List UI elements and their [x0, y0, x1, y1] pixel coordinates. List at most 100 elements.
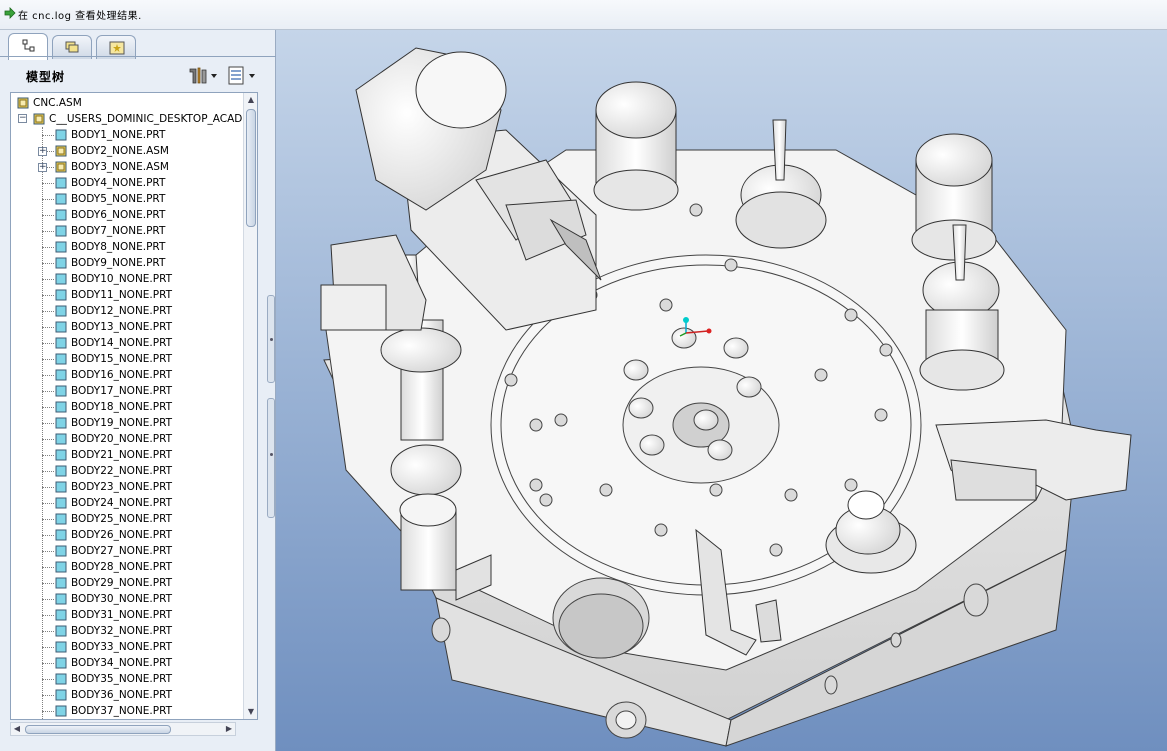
tree-item[interactable]: BODY34_NONE.PRT: [55, 655, 241, 671]
tree-subassembly-item[interactable]: C__USERS_DOMINIC_DESKTOP_ACAD: [33, 111, 242, 127]
part-icon: [55, 593, 67, 605]
tree-item-label: BODY17_NONE.PRT: [71, 385, 173, 397]
tree-item[interactable]: BODY16_NONE.PRT: [55, 367, 241, 383]
tree-connector: [42, 183, 54, 184]
tree-item[interactable]: BODY19_NONE.PRT: [55, 415, 241, 431]
part-icon: [55, 577, 67, 589]
model-tree[interactable]: CNC.ASM − C__USERS_DOMINIC_DESKTOP_ACAD BOD…: [10, 92, 258, 720]
part-icon: [55, 257, 67, 269]
scroll-down-icon[interactable]: ▼: [246, 707, 256, 717]
tree-item-label: BODY29_NONE.PRT: [71, 577, 173, 589]
part-icon: [55, 481, 67, 493]
part-icon: [55, 273, 67, 285]
part-icon: [55, 305, 67, 317]
tree-connector: [42, 311, 54, 312]
tree-item[interactable]: BODY5_NONE.PRT: [55, 191, 241, 207]
part-icon: [55, 609, 67, 621]
tree-item-label: BODY24_NONE.PRT: [71, 497, 173, 509]
tree-item[interactable]: BODY28_NONE.PRT: [55, 559, 241, 575]
tree-item[interactable]: BODY38_NONE.PRT: [55, 719, 241, 720]
expand-toggle[interactable]: +: [38, 163, 47, 172]
tree-item[interactable]: BODY11_NONE.PRT: [55, 287, 241, 303]
tree-settings-button[interactable]: [186, 65, 220, 87]
tree-item[interactable]: BODY7_NONE.PRT: [55, 223, 241, 239]
tree-item[interactable]: BODY8_NONE.PRT: [55, 239, 241, 255]
tree-item[interactable]: BODY4_NONE.PRT: [55, 175, 241, 191]
layers-icon: [65, 41, 79, 53]
tree-item[interactable]: BODY2_NONE.ASM: [55, 143, 241, 159]
tree-item[interactable]: BODY12_NONE.PRT: [55, 303, 241, 319]
tree-connector: [42, 375, 54, 376]
tree-item[interactable]: BODY1_NONE.PRT: [55, 127, 241, 143]
tree-connector: [42, 215, 54, 216]
scroll-left-icon[interactable]: ◀: [11, 723, 23, 735]
part-icon: [55, 561, 67, 573]
panel-splitter-lower[interactable]: [267, 398, 275, 518]
tree-item[interactable]: BODY15_NONE.PRT: [55, 351, 241, 367]
tree-item-label: BODY19_NONE.PRT: [71, 417, 173, 429]
scroll-right-icon[interactable]: ▶: [223, 723, 235, 735]
tree-item[interactable]: BODY14_NONE.PRT: [55, 335, 241, 351]
assembly-icon: [55, 161, 67, 173]
tree-item-label: BODY28_NONE.PRT: [71, 561, 173, 573]
tree-connector: [42, 295, 54, 296]
tree-item[interactable]: BODY33_NONE.PRT: [55, 639, 241, 655]
tree-item[interactable]: BODY31_NONE.PRT: [55, 607, 241, 623]
expand-toggle[interactable]: +: [38, 147, 47, 156]
tree-item-label: BODY13_NONE.PRT: [71, 321, 173, 333]
assembly-icon: [55, 145, 67, 157]
tree-item[interactable]: BODY27_NONE.PRT: [55, 543, 241, 559]
tree-item[interactable]: BODY9_NONE.PRT: [55, 255, 241, 271]
tree-item[interactable]: BODY18_NONE.PRT: [55, 399, 241, 415]
tree-connector: [42, 247, 54, 248]
tool-holder-3: [735, 119, 827, 249]
tree-item[interactable]: BODY13_NONE.PRT: [55, 319, 241, 335]
assembly-icon: [17, 97, 29, 109]
tree-root-item[interactable]: CNC.ASM: [17, 95, 241, 111]
tree-item[interactable]: BODY20_NONE.PRT: [55, 431, 241, 447]
tree-item[interactable]: BODY26_NONE.PRT: [55, 527, 241, 543]
tree-show-button[interactable]: [226, 65, 260, 87]
tree-connector: [42, 503, 54, 504]
part-icon: [55, 465, 67, 477]
model-tree-title: 模型树: [26, 70, 66, 84]
graphics-viewport[interactable]: [276, 30, 1167, 751]
tree-item[interactable]: BODY17_NONE.PRT: [55, 383, 241, 399]
tree-connector: [42, 359, 54, 360]
horizontal-scrollbar[interactable]: ◀ ▶: [10, 722, 236, 736]
tree-connector: [42, 199, 54, 200]
tree-item[interactable]: BODY25_NONE.PRT: [55, 511, 241, 527]
tree-item[interactable]: BODY21_NONE.PRT: [55, 447, 241, 463]
scroll-up-icon[interactable]: ▲: [246, 95, 256, 105]
part-icon: [55, 321, 67, 333]
tree-connector: [42, 231, 54, 232]
part-icon: [55, 689, 67, 701]
tree-connector: [42, 615, 54, 616]
horizontal-scroll-thumb[interactable]: [25, 725, 171, 734]
panel-splitter[interactable]: [267, 295, 275, 383]
tree-item[interactable]: BODY3_NONE.ASM: [55, 159, 241, 175]
part-icon: [55, 209, 67, 221]
tree-item[interactable]: BODY29_NONE.PRT: [55, 575, 241, 591]
collapse-toggle[interactable]: −: [18, 114, 27, 123]
tree-item-label: BODY34_NONE.PRT: [71, 657, 173, 669]
part-icon: [55, 529, 67, 541]
tree-item[interactable]: BODY23_NONE.PRT: [55, 479, 241, 495]
tree-item[interactable]: BODY6_NONE.PRT: [55, 207, 241, 223]
part-icon: [55, 369, 67, 381]
tree-item[interactable]: BODY36_NONE.PRT: [55, 687, 241, 703]
tree-item-label: BODY35_NONE.PRT: [71, 673, 173, 685]
cnc-assembly-model[interactable]: [276, 30, 1167, 751]
part-icon: [55, 545, 67, 557]
tree-item[interactable]: BODY32_NONE.PRT: [55, 623, 241, 639]
tree-connector: [42, 279, 54, 280]
tree-item[interactable]: BODY24_NONE.PRT: [55, 495, 241, 511]
vertical-scroll-thumb[interactable]: [246, 109, 256, 227]
vertical-scrollbar[interactable]: ▲ ▼: [243, 93, 257, 719]
tree-item[interactable]: BODY35_NONE.PRT: [55, 671, 241, 687]
tree-item[interactable]: BODY10_NONE.PRT: [55, 271, 241, 287]
tree-item[interactable]: BODY37_NONE.PRT: [55, 703, 241, 719]
part-icon: [55, 513, 67, 525]
tree-item[interactable]: BODY22_NONE.PRT: [55, 463, 241, 479]
tree-item[interactable]: BODY30_NONE.PRT: [55, 591, 241, 607]
